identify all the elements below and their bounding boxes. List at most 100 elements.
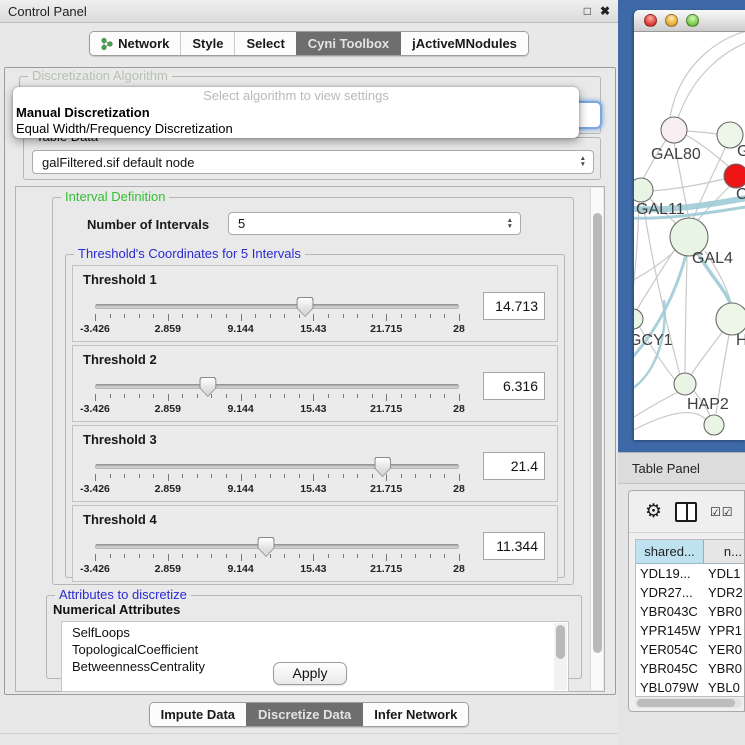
tab-impute-data[interactable]: Impute Data <box>150 703 246 726</box>
mac-zoom-icon[interactable] <box>686 14 699 27</box>
threshold-value-field[interactable]: 21.4 <box>483 452 545 480</box>
slider-thumb[interactable] <box>199 377 216 397</box>
cell-name[interactable]: YBR0 <box>704 602 744 621</box>
tab-network[interactable]: Network <box>90 32 180 55</box>
node-gal80[interactable] <box>661 117 687 143</box>
node-hap2[interactable] <box>674 373 696 395</box>
threshold-value-field[interactable]: 14.713 <box>483 292 545 320</box>
table-data-combobox[interactable]: galFiltered.sif default node ▲▼ <box>32 150 594 174</box>
tab-discretize-data[interactable]: Discretize Data <box>246 703 362 726</box>
tick-label: 21.715 <box>370 403 402 415</box>
cell-shared-name[interactable]: YER054C <box>636 640 704 659</box>
node-red[interactable] <box>724 164 745 188</box>
cell-shared-name[interactable]: YBR045C <box>636 659 704 678</box>
slider-thumb[interactable] <box>258 537 275 557</box>
threshold-value-field[interactable]: 11.344 <box>483 532 545 560</box>
table-row[interactable]: YBR045CYBR0 <box>636 659 744 678</box>
threshold-slider[interactable]: -3.4262.8599.14415.4321.71528 <box>95 378 459 418</box>
slider-tick-labels: -3.4262.8599.14415.4321.71528 <box>95 323 459 336</box>
top-tabbar: Network Style Select Cyni Toolbox jActiv… <box>0 31 618 56</box>
table-row[interactable]: YPR145WYPR1 <box>636 621 744 640</box>
close-icon[interactable]: ✖ <box>600 5 610 17</box>
tick-label: 9.144 <box>227 563 253 575</box>
table-row[interactable]: YBR043CYBR0 <box>636 602 744 621</box>
node-gcy1[interactable] <box>634 309 643 329</box>
cell-name[interactable]: YDR2 <box>704 583 744 602</box>
settings-scrollbar[interactable] <box>590 188 603 690</box>
threshold-label: Threshold 4 <box>83 512 157 527</box>
dropdown-option-equal-width[interactable]: Equal Width/Frequency Discretization <box>13 121 579 137</box>
attribute-item[interactable]: SelfLoops <box>72 624 568 641</box>
mac-close-icon[interactable] <box>644 14 657 27</box>
tab-cyni-toolbox[interactable]: Cyni Toolbox <box>296 32 400 55</box>
table-panel-header: Table Panel <box>618 452 745 484</box>
column-header-name[interactable]: n... <box>704 540 744 563</box>
tick-label: 9.144 <box>227 403 253 415</box>
slider-track[interactable] <box>95 304 459 309</box>
threshold-slider[interactable]: -3.4262.8599.14415.4321.71528 <box>95 538 459 578</box>
cell-name[interactable]: YBL0 <box>704 678 744 697</box>
threshold-row: Threshold 1 -3.4262.8599.14415.4321.7152… <box>72 265 558 342</box>
network-view-window[interactable]: GAL80 G C GAL11 GAL4 GCY1 H HAP2 <box>634 10 745 440</box>
network-window-titlebar <box>634 10 745 32</box>
table-row[interactable]: YER054CYER0 <box>636 640 744 659</box>
table-body: YDL19...YDL1YDR27...YDR2YBR043CYBR0YPR14… <box>636 564 744 697</box>
tab-label: jActiveMNodules <box>412 36 517 51</box>
tab-label: Impute Data <box>161 707 235 722</box>
slider-ticks <box>95 474 459 482</box>
slider-track[interactable] <box>95 544 459 549</box>
cell-name[interactable]: YPR1 <box>704 621 744 640</box>
slider-thumb[interactable] <box>374 457 391 477</box>
cell-shared-name[interactable]: YBR043C <box>636 602 704 621</box>
group-title: Attributes to discretize <box>55 587 191 602</box>
table-horizontal-scrollbar[interactable] <box>635 698 742 708</box>
cell-name[interactable]: YDL1 <box>704 564 744 583</box>
cell-shared-name[interactable]: YDL19... <box>636 564 704 583</box>
cell-name[interactable]: YER0 <box>704 640 744 659</box>
table-row[interactable]: YDL19...YDL1 <box>636 564 744 583</box>
tab-style[interactable]: Style <box>180 32 234 55</box>
node-bottom[interactable] <box>704 415 724 435</box>
float-window-icon[interactable]: □ <box>584 5 591 17</box>
table-row[interactable]: YBL079WYBL0 <box>636 678 744 697</box>
algorithm-dropdown-popup: Select algorithm to view settings Manual… <box>13 87 579 138</box>
slider-track[interactable] <box>95 384 459 389</box>
node-h[interactable] <box>716 303 745 335</box>
cell-name[interactable]: YBR0 <box>704 659 744 678</box>
number-of-intervals-combobox[interactable]: 5 ▲▼ <box>228 212 521 235</box>
tick-label: 28 <box>453 563 465 575</box>
bottom-tabbar: Impute Data Discretize Data Infer Networ… <box>0 702 618 727</box>
group-title: Discretization Algorithm <box>28 68 172 83</box>
node-label: GAL80 <box>651 146 701 163</box>
tick-label: 21.715 <box>370 563 402 575</box>
columns-icon[interactable] <box>675 502 697 522</box>
table-row[interactable]: YDR27...YDR2 <box>636 583 744 602</box>
network-graph: GAL80 G C GAL11 GAL4 GCY1 H HAP2 <box>634 32 745 440</box>
threshold-slider[interactable]: -3.4262.8599.14415.4321.71528 <box>95 298 459 338</box>
node-table[interactable]: shared... n... YDL19...YDL1YDR27...YDR2Y… <box>635 539 744 697</box>
cell-shared-name[interactable]: YPR145W <box>636 621 704 640</box>
node-label: HAP2 <box>687 396 729 413</box>
mac-minimize-icon[interactable] <box>665 14 678 27</box>
network-canvas[interactable]: GAL80 G C GAL11 GAL4 GCY1 H HAP2 <box>634 32 745 440</box>
slider-thumb[interactable] <box>297 297 314 317</box>
cell-shared-name[interactable]: YBL079W <box>636 678 704 697</box>
tab-select[interactable]: Select <box>234 32 295 55</box>
slider-track[interactable] <box>95 464 459 469</box>
threshold-slider[interactable]: -3.4262.8599.14415.4321.71528 <box>95 458 459 498</box>
dropdown-option-manual[interactable]: Manual Discretization <box>13 105 579 121</box>
select-columns-icon[interactable]: ☑☑ <box>710 505 734 519</box>
threshold-value-field[interactable]: 6.316 <box>483 372 545 400</box>
cell-shared-name[interactable]: YDR27... <box>636 583 704 602</box>
group-title: Threshold's Coordinates for 5 Intervals <box>74 246 305 261</box>
tab-infer-network[interactable]: Infer Network <box>362 703 468 726</box>
threshold-row: Threshold 3 -3.4262.8599.14415.4321.7152… <box>72 425 558 502</box>
screen: Control Panel □ ✖ Network <box>0 0 745 745</box>
tab-jactivemnodules[interactable]: jActiveMNodules <box>400 32 528 55</box>
node-gal11[interactable] <box>634 178 653 202</box>
apply-button[interactable]: Apply <box>273 662 346 685</box>
column-header-shared-name[interactable]: shared... <box>636 540 704 563</box>
node-label: H <box>736 332 745 349</box>
gear-icon[interactable]: ⚙ <box>645 502 662 521</box>
attribute-item[interactable]: TopologicalCoefficient <box>72 641 568 658</box>
